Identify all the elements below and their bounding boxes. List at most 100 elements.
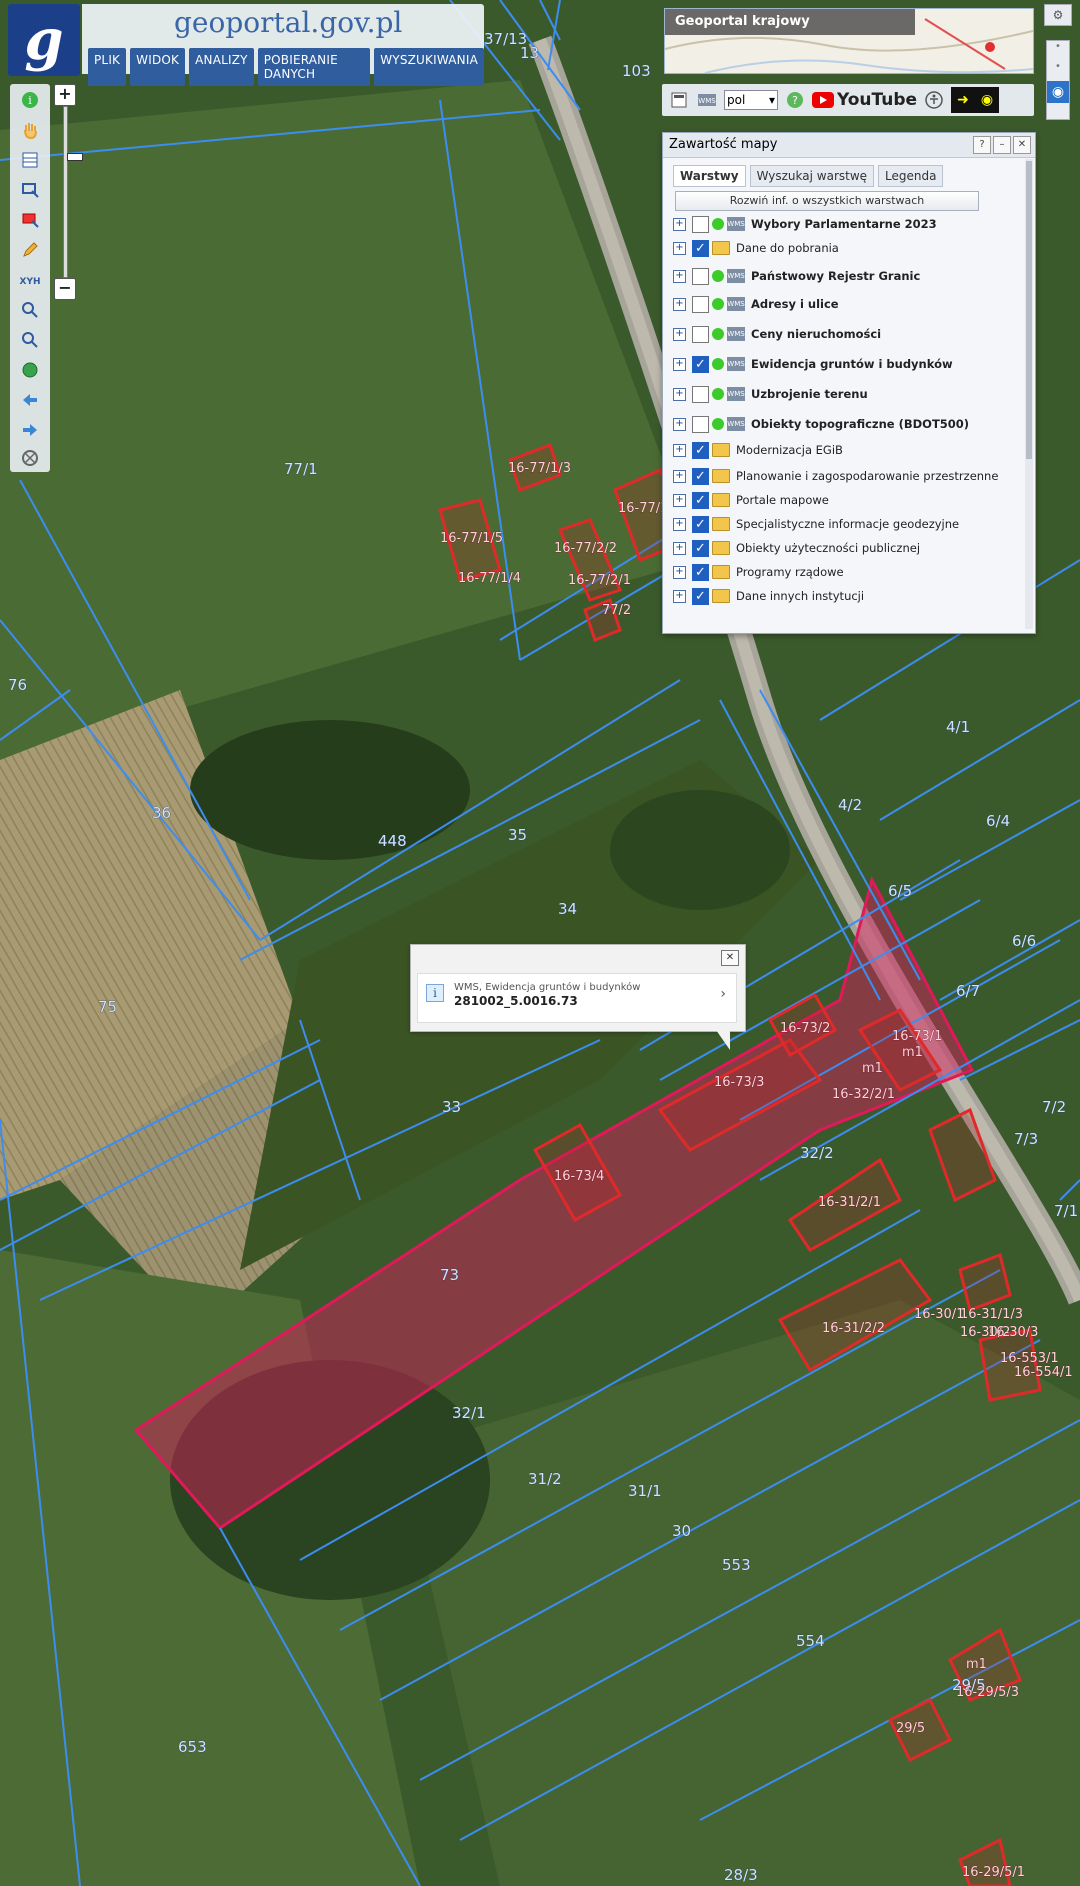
select-area-icon[interactable]	[16, 178, 44, 202]
expand-layer-icon[interactable]: +	[673, 565, 686, 579]
expand-layer-icon[interactable]: +	[673, 493, 686, 507]
expand-all-button[interactable]: Rozwiń inf. o wszystkich warstwach	[675, 191, 979, 211]
expand-layer-icon[interactable]: +	[673, 357, 686, 371]
layers-table-icon[interactable]	[16, 148, 44, 172]
layer-checkbox[interactable]: ✓	[692, 563, 709, 581]
parcel-label: 4/2	[838, 796, 862, 814]
layer-checkbox[interactable]	[692, 385, 709, 403]
expand-layer-icon[interactable]: +	[673, 387, 686, 401]
mini-dot-icon-2[interactable]: •	[1047, 61, 1069, 81]
eye-icon[interactable]: ◉	[1047, 81, 1069, 103]
tab-legenda[interactable]: Legenda	[878, 165, 944, 187]
svg-text:XYH: XYH	[20, 277, 41, 287]
geoportal-logo[interactable]: g	[8, 4, 80, 76]
zoom-thumb[interactable]	[67, 153, 83, 161]
layer-row[interactable]: + ✓ Planowanie i zagospodarowanie przestrz…	[673, 465, 1013, 487]
expand-layer-icon[interactable]: +	[673, 217, 686, 231]
menu-plik[interactable]: PLIK	[88, 48, 127, 86]
layer-checkbox[interactable]	[692, 267, 709, 285]
zoom-out-icon[interactable]	[16, 328, 44, 352]
mini-dot-icon[interactable]: •	[1047, 41, 1069, 61]
layer-row[interactable]: + ✓ Obiekty użyteczności publicznej	[673, 537, 1013, 559]
layer-row[interactable]: + ✓ Programy rządowe	[673, 561, 1013, 583]
zoom-plus-button[interactable]: +	[54, 84, 76, 106]
back-arrow-icon[interactable]	[16, 388, 44, 412]
layer-row[interactable]: + WMS Ceny nieruchomości	[673, 323, 1013, 345]
full-extent-icon[interactable]	[16, 446, 44, 470]
layer-checkbox[interactable]: ✓	[692, 239, 709, 257]
parcel-label: 7/2	[1042, 1098, 1066, 1116]
settings-gear-icon[interactable]: ⚙	[1044, 4, 1072, 26]
expand-layer-icon[interactable]: +	[673, 241, 686, 255]
layer-row[interactable]: + WMS Wybory Parlamentarne 2023	[673, 213, 1013, 235]
popup-result-item[interactable]: i WMS, Ewidencja gruntów i budynków 2810…	[417, 973, 737, 1023]
layer-checkbox[interactable]: ✓	[692, 515, 709, 533]
pencil-icon[interactable]	[16, 238, 44, 262]
layer-checkbox[interactable]: ✓	[692, 539, 709, 557]
info-icon[interactable]: i	[16, 88, 44, 112]
layer-checkbox[interactable]: ✓	[692, 441, 709, 459]
layer-row[interactable]: + WMS Uzbrojenie terenu	[673, 383, 1013, 405]
expand-layer-icon[interactable]: +	[673, 269, 686, 283]
layer-checkbox[interactable]: ✓	[692, 587, 709, 605]
zoom-minus-button[interactable]: −	[54, 278, 76, 300]
expand-layer-icon[interactable]: +	[673, 589, 686, 603]
forward-arrow-icon[interactable]	[16, 418, 44, 442]
layer-label: Wybory Parlamentarne 2023	[751, 217, 937, 231]
zoom-in-icon[interactable]	[16, 298, 44, 322]
layer-checkbox[interactable]	[692, 215, 709, 233]
layer-checkbox[interactable]: ✓	[692, 491, 709, 509]
panel-minimize-button[interactable]: –	[993, 136, 1011, 154]
layer-row[interactable]: + ✓ Modernizacja EGiB	[673, 439, 1013, 461]
expand-layer-icon[interactable]: +	[673, 327, 686, 341]
zoom-track[interactable]	[63, 106, 83, 278]
layer-checkbox[interactable]	[692, 325, 709, 343]
layer-row[interactable]: + WMS Obiekty topograficzne (BDOT500)	[673, 413, 1013, 435]
youtube-link[interactable]: YouTube	[812, 90, 917, 110]
layer-row[interactable]: + ✓ Specjalistyczne informacje geodezyjne	[673, 513, 1013, 535]
select-object-icon[interactable]	[16, 208, 44, 232]
overview-map[interactable]: Geoportal krajowy	[664, 8, 1034, 74]
status-dot-icon	[712, 328, 724, 340]
contrast-toggle[interactable]: ➜ ◉	[951, 87, 1000, 113]
wms-icon[interactable]: WMS	[696, 89, 718, 111]
layer-row[interactable]: + ✓ Portale mapowe	[673, 489, 1013, 511]
menu-wyszukiwania[interactable]: WYSZUKIWANIA	[374, 48, 484, 86]
top-right-toolbar: WMS pol ▾ ? YouTube ➜ ◉	[662, 84, 1034, 116]
accessibility-icon[interactable]	[923, 89, 945, 111]
layer-checkbox[interactable]: ✓	[692, 355, 709, 373]
layer-checkbox[interactable]	[692, 295, 709, 313]
layer-list-scrollbar[interactable]	[1025, 159, 1033, 629]
expand-layer-icon[interactable]: +	[673, 541, 686, 555]
expand-layer-icon[interactable]: +	[673, 417, 686, 431]
layer-row[interactable]: + ✓ WMS Ewidencja gruntów i budynków	[673, 353, 1013, 375]
expand-layer-icon[interactable]: +	[673, 297, 686, 311]
panel-help-button[interactable]: ?	[973, 136, 991, 154]
layer-row[interactable]: + WMS Państwowy Rejestr Granic	[673, 265, 1013, 287]
menu-pobieranie-danych[interactable]: POBIERANIE DANYCH	[257, 48, 371, 86]
layer-row[interactable]: + WMS Adresy i ulice	[673, 293, 1013, 315]
expand-layer-icon[interactable]: +	[673, 469, 686, 483]
layer-row[interactable]: + ✓ Dane innych instytucji	[673, 585, 1013, 607]
xyh-coordinates-icon[interactable]: XYH	[16, 268, 44, 292]
menu-widok[interactable]: WIDOK	[130, 48, 186, 86]
help-icon[interactable]: ?	[784, 89, 806, 111]
scrollbar-thumb[interactable]	[1026, 161, 1032, 459]
expand-layer-icon[interactable]: +	[673, 517, 686, 531]
language-select[interactable]: pol ▾	[724, 90, 778, 110]
layer-checkbox[interactable]	[692, 415, 709, 433]
tab-wyszukaj-warstwe[interactable]: Wyszukaj warstwę	[749, 165, 875, 187]
layer-checkbox[interactable]: ✓	[692, 467, 709, 485]
wms-layer-icon: WMS	[727, 327, 745, 341]
tab-warstwy[interactable]: Warstwy	[673, 165, 746, 187]
brand-title: geoportal.gov.pl	[174, 6, 403, 39]
panel-close-button[interactable]: ✕	[1013, 136, 1031, 154]
layer-row[interactable]: + ✓ Dane do pobrania	[673, 237, 1013, 259]
layer-label: Obiekty topograficzne (BDOT500)	[751, 417, 970, 431]
globe-icon[interactable]	[16, 358, 44, 382]
pan-hand-icon[interactable]	[16, 118, 44, 142]
expand-layer-icon[interactable]: +	[673, 443, 686, 457]
calculator-icon[interactable]	[668, 89, 690, 111]
menu-analizy[interactable]: ANALIZY	[189, 48, 254, 86]
popup-close-button[interactable]: ✕	[721, 950, 739, 966]
